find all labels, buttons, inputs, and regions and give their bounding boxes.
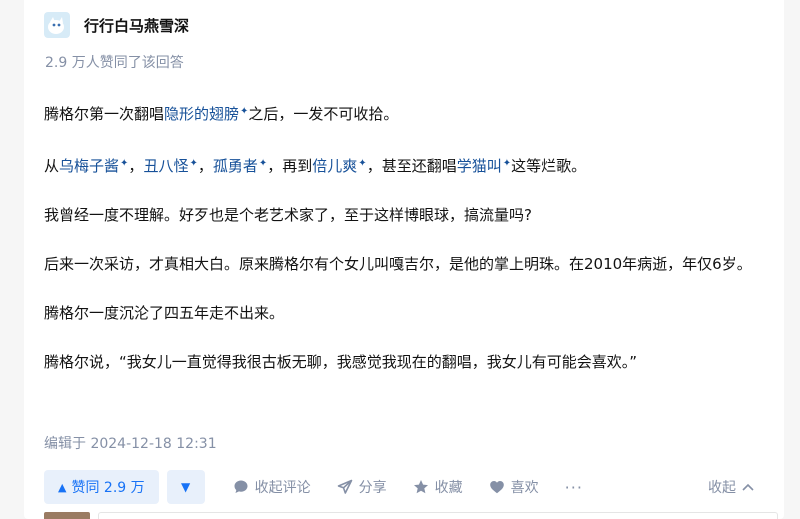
like-label: 喜欢: [510, 480, 539, 496]
avatar-icon: [45, 13, 69, 37]
more-button[interactable]: ···: [565, 478, 583, 497]
text-span: 从: [44, 157, 60, 175]
text-span: 这等烂歌。: [511, 157, 587, 175]
next-answer-box: [98, 512, 778, 519]
like-button[interactable]: 喜欢: [489, 477, 539, 497]
text-span: 腾格尔第一次翻唱: [44, 105, 165, 123]
paragraph-2: 从乌梅子酱✦，丑八怪✦，孤勇者✦，再到倍儿爽✦，甚至还翻唱学猫叫✦这等烂歌。: [44, 150, 774, 180]
vote-summary: 2.9 万人赞同了该回答: [45, 55, 184, 71]
keyword-link-guyongzhe[interactable]: 孤勇者: [213, 157, 258, 175]
text-span: ，: [128, 157, 144, 175]
vote-down-button[interactable]: ▼: [166, 470, 205, 504]
author-name[interactable]: 行行白马燕雪深: [84, 15, 189, 36]
vote-down-triangle-icon: ▼: [181, 480, 191, 494]
vote-up-label: 赞同 2.9 万: [71, 480, 145, 496]
keyword-spark-icon: ✦: [189, 158, 198, 169]
vote-up-button[interactable]: ▲ 赞同 2.9 万: [44, 470, 159, 504]
paragraph-6: 腾格尔说，“我女儿一直觉得我很古板无聊，我感觉我现在的翻唱，我女儿有可能会喜欢。…: [44, 353, 638, 371]
collapse-button[interactable]: 收起: [708, 469, 754, 505]
keyword-link-xuemaojiao[interactable]: 学猫叫: [457, 157, 502, 175]
keyword-spark-icon: ✦: [502, 158, 512, 169]
author-info: 行行白马燕雪深: [44, 10, 189, 40]
avatar[interactable]: [44, 12, 70, 38]
paragraph-4: 后来一次采访，才真相大白。原来腾格尔有个女儿叫嘎吉尔，是他的掌上明珠。在2010…: [44, 255, 752, 273]
keyword-link-yinxingdechibang[interactable]: 隐形的翅膀: [164, 105, 239, 123]
text-span: ，再到: [267, 157, 313, 175]
chevron-up-icon: [742, 483, 754, 491]
text-span: ，甚至还翻唱: [366, 157, 457, 175]
text-span: 之后，一发不可收拾。: [248, 105, 399, 123]
comment-label: 收起评论: [254, 480, 311, 496]
share-button[interactable]: 分享: [337, 477, 387, 497]
paragraph-5: 腾格尔一度沉沦了四五年走不出来。: [44, 304, 285, 322]
comment-button[interactable]: 收起评论: [233, 477, 311, 497]
favorite-label: 收藏: [434, 480, 463, 496]
action-bar: ▲ 赞同 2.9 万 ▼ 收起评论 分享 收藏 喜欢 ··· 收起: [44, 469, 774, 505]
heart-icon: [489, 481, 504, 494]
keyword-spark-icon: ✦: [358, 158, 367, 169]
text-span: ，: [197, 157, 213, 175]
keyword-link-beiershuang[interactable]: 倍儿爽: [312, 157, 357, 175]
paragraph-3: 我曾经一度不理解。好歹也是个老艺术家了，至于这样博眼球，搞流量吗?: [44, 206, 532, 224]
answer-card: 行行白马燕雪深 2.9 万人赞同了该回答 腾格尔第一次翻唱隐形的翅膀✦之后，一发…: [24, 0, 784, 519]
keyword-link-wumeiizijiang[interactable]: 乌梅子酱: [59, 157, 119, 175]
vote-up-triangle-icon: ▲: [58, 480, 67, 494]
star-icon: [413, 480, 428, 494]
share-label: 分享: [358, 480, 387, 496]
paragraph-1: 腾格尔第一次翻唱隐形的翅膀✦之后，一发不可收拾。: [44, 98, 774, 128]
answer-content: 腾格尔第一次翻唱隐形的翅膀✦之后，一发不可收拾。 从乌梅子酱✦，丑八怪✦，孤勇者…: [44, 98, 774, 376]
edit-timestamp[interactable]: 编辑于 2024-12-18 12:31: [44, 433, 217, 453]
keyword-link-choubaguai[interactable]: 丑八怪: [143, 157, 188, 175]
collapse-label: 收起: [708, 480, 736, 496]
favorite-button[interactable]: 收藏: [413, 477, 463, 497]
comment-icon: [234, 480, 248, 493]
next-answer-thumbnail: [44, 512, 90, 519]
keyword-spark-icon: ✦: [258, 158, 268, 169]
share-icon: [337, 479, 352, 494]
